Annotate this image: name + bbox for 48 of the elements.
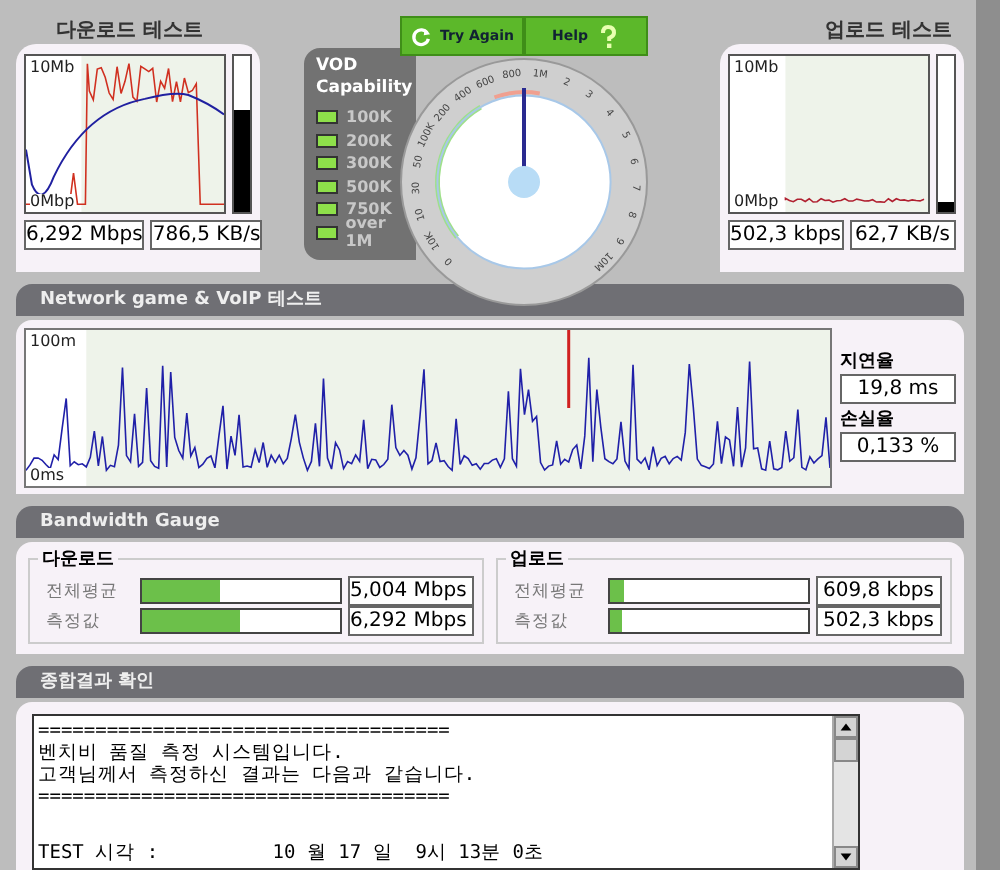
gauge-label: 측정값 — [512, 609, 570, 633]
axis-label: 0ms — [30, 468, 65, 484]
result-line: TEST 시각 : 10 월 17 일 9시 13분 0초 — [38, 842, 547, 864]
stat-value: 19,8 ms — [840, 374, 956, 404]
gauge-value: 5,004 Mbps — [348, 576, 474, 606]
vod-label: 750K — [346, 200, 392, 219]
gauge-label: 전체평균 — [512, 579, 588, 603]
reading-value: 6,292 Mbps — [24, 220, 145, 250]
reading-value: 62,7 KB/s — [849, 220, 956, 250]
vod-label: 500K — [346, 177, 392, 196]
group-title: 다운로드 — [38, 546, 118, 572]
result-line: 고객님께서 측정하신 결과는 다음과 같습니다. — [38, 764, 478, 786]
vod-label: 200K — [346, 131, 392, 150]
vod-label: over 1M — [345, 214, 386, 251]
result-textarea[interactable]: ==================================== 벤치비 품질 측정 시스템입니다. 고객님께서 측정하신 결과는 다음과 같습니다. ==================================== TEST 시각 : 10 월 17 일 9시 13분 0초 — [32, 714, 860, 870]
result-line: 벤치비 품질 측정 시스템입니다. — [38, 742, 346, 764]
result-line: ==================================== — [38, 786, 452, 808]
help-icon — [596, 23, 621, 49]
axis-label: 0Mbp — [30, 194, 75, 210]
scroll-down-icon[interactable] — [834, 846, 858, 868]
reading-value: 502,3 kbps — [728, 220, 844, 250]
vod-title: VOD Capability — [316, 56, 415, 100]
panel-title: 다운로드 테스트 — [54, 18, 205, 44]
reading-value: 786,5 KB/s — [150, 220, 263, 250]
axis-label: 10Mb — [30, 60, 75, 76]
axis-label: 0Mbp — [734, 194, 779, 210]
gauge-value: 609,8 kbps — [816, 576, 942, 606]
group-title: 업로드 — [506, 546, 568, 572]
stat-label: 지연율 — [840, 350, 896, 374]
scroll-thumb[interactable] — [834, 738, 858, 762]
stat-value: 0,133 % — [840, 432, 956, 462]
result-line: ==================================== — [38, 720, 452, 742]
refresh-icon — [410, 25, 432, 47]
section-header: Network game & VoIP 테스트 — [16, 284, 964, 316]
axis-label: 100m — [30, 334, 77, 350]
vod-label: 100K — [346, 108, 392, 127]
panel-title: 업로드 테스트 — [823, 18, 954, 44]
gauge-value: 6,292 Mbps — [348, 606, 474, 636]
gauge-label: 측정값 — [44, 609, 102, 633]
stat-label: 손실율 — [840, 408, 896, 432]
section-header: 종합결과 확인 — [16, 666, 964, 698]
section-header: Bandwidth Gauge — [16, 506, 964, 538]
scrollbar[interactable] — [832, 716, 858, 868]
axis-label: 10Mb — [734, 60, 779, 76]
scroll-up-icon[interactable] — [834, 716, 858, 738]
gauge-value: 502,3 kbps — [816, 606, 942, 636]
vod-label: 300K — [346, 154, 392, 173]
gauge-label: 전체평균 — [44, 579, 120, 603]
